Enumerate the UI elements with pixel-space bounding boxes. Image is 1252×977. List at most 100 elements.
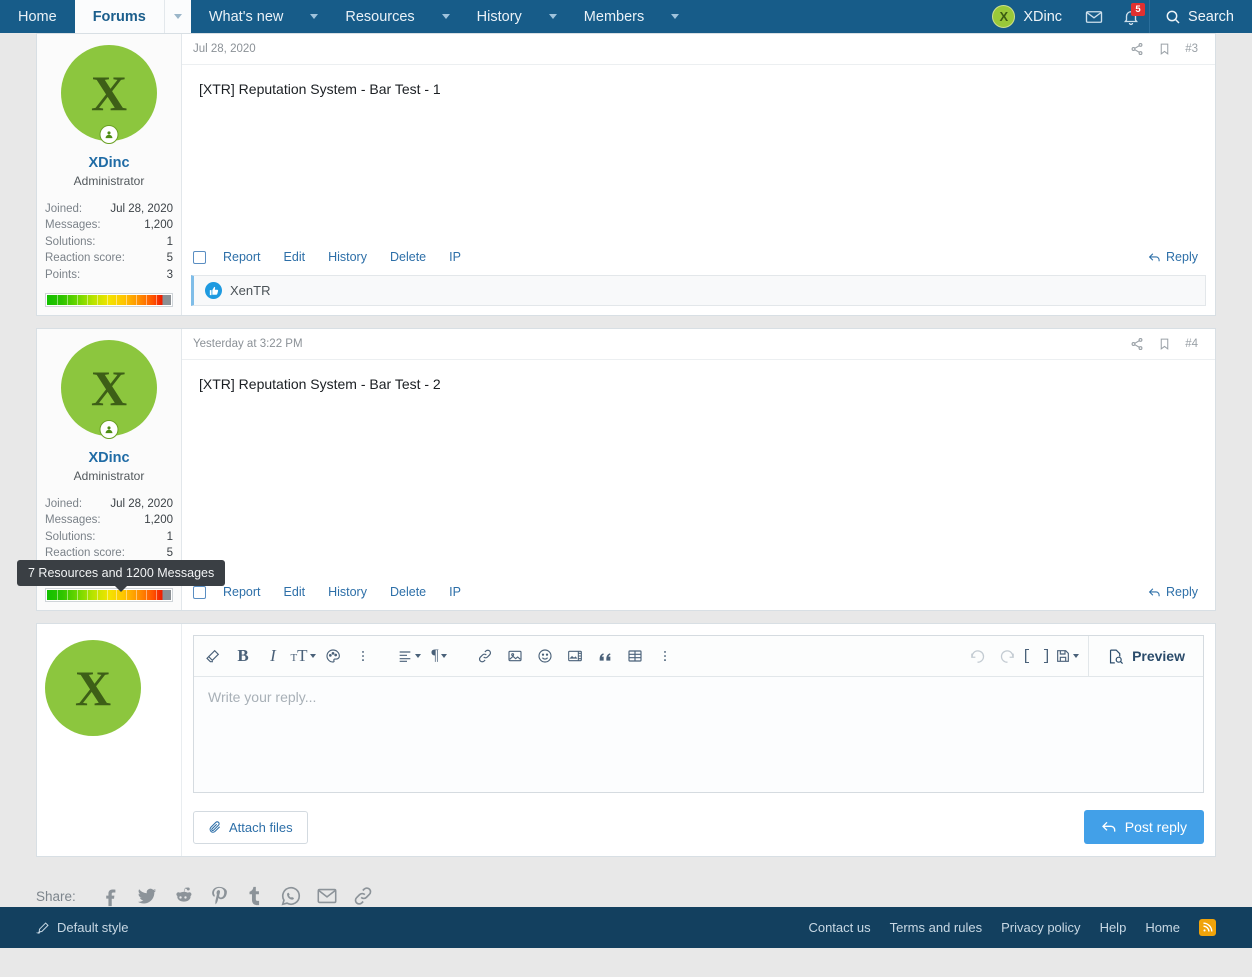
- remove-formatting-icon[interactable]: [198, 641, 228, 671]
- alerts-count-badge: 5: [1131, 3, 1146, 16]
- rss-icon[interactable]: [1199, 919, 1216, 937]
- post-action-ip[interactable]: IP: [449, 585, 461, 599]
- nav-item-forums[interactable]: Forums: [74, 0, 164, 33]
- post-action-history[interactable]: History: [328, 250, 367, 264]
- post-select-checkbox[interactable]: [193, 250, 206, 264]
- account-menu[interactable]: X XDinc: [979, 0, 1075, 33]
- font-size-icon[interactable]: TT: [288, 641, 318, 671]
- nav-item-label: History: [476, 8, 522, 25]
- reputation-bar-fill: [47, 590, 171, 601]
- nav-item-label: Forums: [92, 8, 146, 25]
- reputation-bar[interactable]: [45, 293, 173, 308]
- image-icon[interactable]: [500, 641, 530, 671]
- reply-textarea[interactable]: Write your reply...: [194, 677, 1203, 793]
- bookmark-post-button[interactable]: [1158, 337, 1171, 351]
- bookmark-post-button[interactable]: [1158, 42, 1171, 56]
- post-date[interactable]: Yesterday at 3:22 PM: [193, 338, 303, 350]
- footer-link-contact-us[interactable]: Contact us: [808, 920, 870, 935]
- post-action-delete[interactable]: Delete: [390, 250, 426, 264]
- bbcode-icon[interactable]: [ ]: [1022, 641, 1052, 671]
- post-number[interactable]: #4: [1185, 338, 1198, 350]
- footer-link-terms[interactable]: Terms and rules: [890, 920, 982, 935]
- post-actions: Report Edit History Delete IP Reply: [182, 578, 1215, 610]
- footer-link-help[interactable]: Help: [1100, 920, 1127, 935]
- avatar-wrapper[interactable]: X: [61, 340, 157, 440]
- user-stat-label: Joined:: [45, 498, 83, 511]
- chevron-down-icon: [173, 14, 182, 19]
- user-stat-label: Messages:: [45, 514, 101, 527]
- attach-files-label: Attach files: [229, 819, 293, 835]
- table-icon[interactable]: [620, 641, 650, 671]
- attach-files-button[interactable]: Attach files: [193, 810, 308, 844]
- quote-icon[interactable]: [590, 641, 620, 671]
- reputation-bar[interactable]: [45, 588, 173, 603]
- post-reply-submit-button[interactable]: Post reply: [1083, 810, 1204, 845]
- nav-caret-resources[interactable]: [433, 0, 459, 33]
- draft-icon[interactable]: [1052, 641, 1082, 671]
- preview-button[interactable]: Preview: [1088, 635, 1203, 677]
- text-color-icon[interactable]: [318, 641, 348, 671]
- footer-link-home[interactable]: Home: [1145, 920, 1180, 935]
- post-user-info: X XDinc Administrator Joined: Jul 28, 20…: [37, 34, 182, 316]
- post-action-report[interactable]: Report: [223, 250, 261, 264]
- post-number[interactable]: #3: [1185, 43, 1198, 55]
- post-username[interactable]: XDinc: [45, 155, 173, 171]
- reply-icon: [1148, 587, 1160, 596]
- nav-caret-members[interactable]: [662, 0, 688, 33]
- post-action-report[interactable]: Report: [223, 585, 261, 599]
- post-select-checkbox[interactable]: [193, 585, 206, 599]
- share-label: Share:: [36, 888, 76, 904]
- search-label: Search: [1188, 8, 1234, 25]
- footer-link-privacy[interactable]: Privacy policy: [1001, 920, 1080, 935]
- redo-icon[interactable]: [992, 641, 1022, 671]
- nav-caret-whats-new[interactable]: [301, 0, 327, 33]
- post-action-edit[interactable]: Edit: [284, 585, 306, 599]
- nav-item-members[interactable]: Members: [566, 0, 662, 33]
- share-post-button[interactable]: [1130, 42, 1144, 56]
- link-icon[interactable]: [470, 641, 500, 671]
- nav-item-home[interactable]: Home: [0, 0, 75, 33]
- post-header: Yesterday at 3:22 PM #4: [182, 329, 1215, 361]
- post-reaction-users[interactable]: XenTR: [230, 283, 270, 298]
- post-action-history[interactable]: History: [328, 585, 367, 599]
- search-button[interactable]: Search: [1149, 0, 1252, 33]
- user-stat-value: 1,200: [144, 514, 173, 527]
- inbox-button[interactable]: [1075, 0, 1112, 33]
- chevron-down-icon: [309, 654, 316, 659]
- italic-icon[interactable]: I: [258, 641, 288, 671]
- post-action-delete[interactable]: Delete: [390, 585, 426, 599]
- post-username[interactable]: XDinc: [45, 450, 173, 466]
- page-footer: Default style Contact us Terms and rules…: [0, 907, 1252, 949]
- undo-icon[interactable]: [962, 641, 992, 671]
- share-post-button[interactable]: [1130, 337, 1144, 351]
- align-icon[interactable]: [394, 641, 424, 671]
- nav-item-resources[interactable]: Resources: [327, 0, 432, 33]
- post-action-ip[interactable]: IP: [449, 250, 461, 264]
- user-stat-row: Solutions: 1: [45, 234, 173, 250]
- nav-item-label: What's new: [208, 8, 284, 25]
- style-chooser-button[interactable]: Default style: [36, 920, 129, 935]
- chevron-down-icon: [415, 654, 421, 659]
- user-stat-value: Jul 28, 2020: [110, 203, 173, 215]
- nav-caret-history[interactable]: [540, 0, 566, 33]
- more-options-icon[interactable]: [348, 641, 378, 671]
- post-item: X XDinc Administrator Joined: Jul 28, 20…: [36, 33, 1216, 317]
- more-options-icon[interactable]: [650, 641, 680, 671]
- post-reply-button[interactable]: Reply: [1148, 585, 1198, 599]
- nav-caret-forums[interactable]: [163, 0, 191, 33]
- post-action-edit[interactable]: Edit: [284, 250, 306, 264]
- alerts-button[interactable]: 5: [1112, 0, 1149, 33]
- post-date[interactable]: Jul 28, 2020: [193, 43, 256, 55]
- post-reply-button[interactable]: Reply: [1148, 250, 1198, 264]
- bookmark-icon: [1160, 338, 1169, 350]
- paragraph-icon[interactable]: ¶: [424, 641, 454, 671]
- preview-label: Preview: [1132, 648, 1185, 665]
- user-stat-value: 1: [166, 530, 173, 543]
- avatar-wrapper[interactable]: X: [61, 45, 157, 144]
- user-badge-icon: [99, 420, 119, 440]
- smilie-icon[interactable]: [530, 641, 560, 671]
- bold-icon[interactable]: B: [228, 641, 258, 671]
- media-icon[interactable]: [560, 641, 590, 671]
- nav-item-history[interactable]: History: [459, 0, 540, 33]
- nav-item-whats-new[interactable]: What's new: [191, 0, 302, 33]
